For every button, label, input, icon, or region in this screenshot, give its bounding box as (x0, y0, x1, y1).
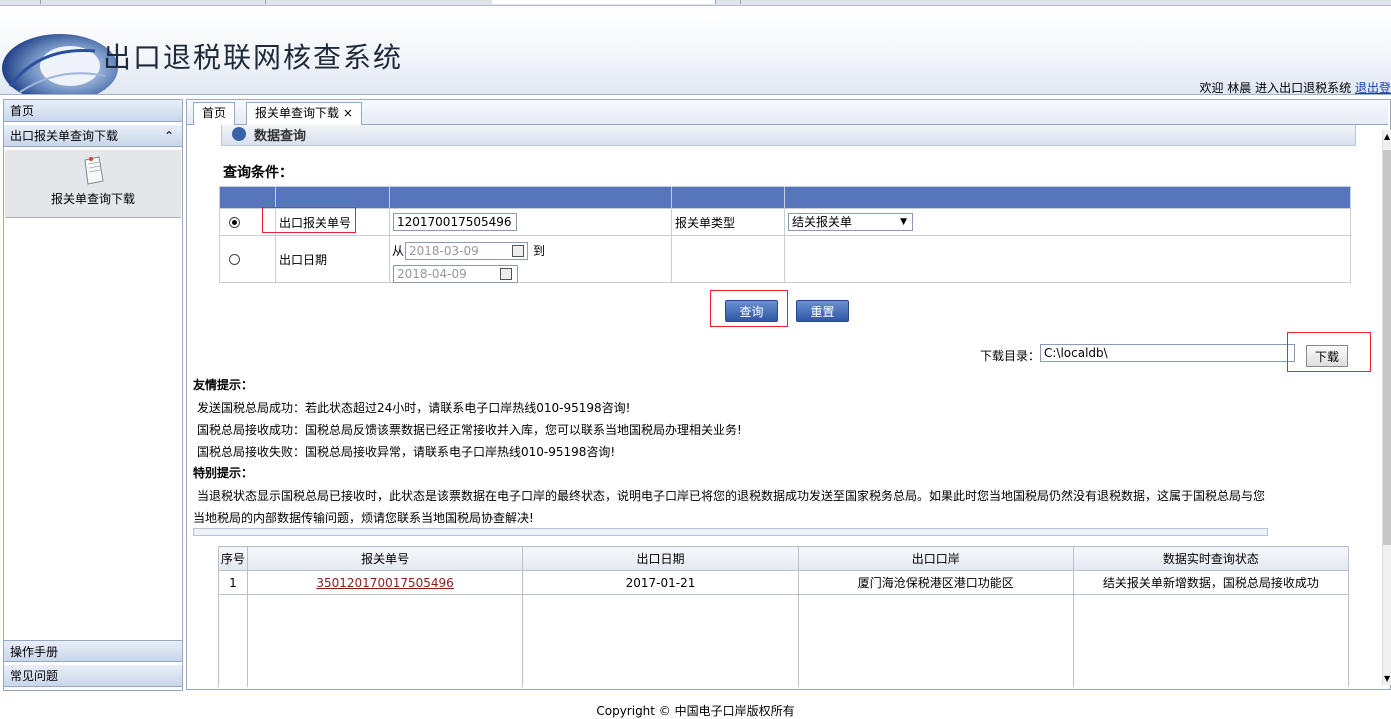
special-tip-line: 当退税状态显示国税总局已接收时，此状态是该票数据在电子口岸的最终状态，说明电子口… (197, 489, 1266, 503)
column-header: 报关单号 (246, 546, 524, 571)
calendar-icon[interactable] (500, 268, 512, 280)
status-cell: 结关报关单新增数据，国税总局接收成功 (1072, 570, 1350, 595)
tab-label: 报关单查询下载 (255, 106, 340, 120)
sidebar-item-faq[interactable]: 常见问题 (4, 665, 182, 687)
query-conditions-title: 查询条件： (223, 165, 293, 181)
panel-title: 数据查询 (254, 129, 307, 144)
table-row: 1 350120170017505496 2017-01-21 厦门海沧保税港区… (218, 570, 1350, 595)
welcome-prefix: 欢迎 (1199, 81, 1224, 95)
start-date-input[interactable]: 2018-03-09 (405, 242, 528, 260)
sidebar-section-label: 出口报关单查询下载 (10, 129, 119, 143)
sidebar-item-declaration-download[interactable]: 报关单查询下载 (5, 150, 181, 218)
welcome-bar: 欢迎 林晨 进入出口退税系统 退出登 (1199, 79, 1391, 96)
tip-line: 发送国税总局成功：若此状态超过24小时，请联系电子口岸热线010-95198咨询… (197, 401, 631, 415)
scroll-thumb[interactable] (1383, 150, 1391, 545)
export-port-cell: 厦门海沧保税港区港口功能区 (797, 570, 1074, 595)
download-dir-label: 下载目录： (980, 349, 1041, 363)
browser-tab[interactable] (40, 0, 266, 4)
sidebar-section-export-declaration[interactable]: 出口报关单查询下载 ⌃ (4, 125, 182, 147)
scroll-up-icon[interactable]: ▲ (1384, 132, 1390, 141)
column-header: 序号 (218, 546, 248, 571)
query-form: 出口报关单号 120170017505496 报关单类型 结关报关单 ▼ 出口日… (219, 186, 1351, 283)
radio-export-date[interactable] (229, 254, 240, 265)
export-date-label: 出口日期 (275, 235, 390, 283)
browser-tab[interactable] (715, 0, 741, 4)
declaration-type-value: 结关报关单 (792, 215, 853, 229)
from-label: 从 (392, 244, 405, 258)
tab-declaration-download[interactable]: 报关单查询下载 × (246, 102, 362, 125)
to-label: 到 (533, 244, 546, 258)
welcome-suffix: 进入出口退税系统 (1255, 81, 1352, 95)
close-icon[interactable]: × (343, 106, 353, 120)
vertical-scrollbar[interactable]: ▲ ▼ (1382, 130, 1391, 685)
declaration-type-select[interactable]: 结关报关单 ▼ (788, 213, 913, 231)
logo-swirl-icon (2, 34, 118, 94)
special-tip-line: 当地税局的内部数据传输问题，烦请您联系当地国税局协查解决! (193, 511, 534, 525)
tip-line: 国税总局接收成功：国税总局反馈该票数据已经正常接收并入库，您可以联系当地国税局办… (197, 423, 742, 437)
declaration-number-input[interactable]: 120170017505496 (393, 213, 517, 231)
app-title: 出口退税联网核查系统 (103, 41, 404, 74)
panel-header: 数据查询 (221, 125, 1356, 146)
friendly-tip-title: 友情提示： (193, 378, 254, 392)
document-icon (84, 156, 104, 185)
browser-tab[interactable] (0, 0, 41, 4)
special-tip-title: 特别提示： (193, 466, 254, 480)
sidebar: 首页 出口报关单查询下载 ⌃ 报关单查询下载 操作手册 常见问题 (3, 99, 183, 691)
results-table: 序号 报关单号 出口日期 出口口岸 数据实时查询状态 1 35012017001… (218, 546, 1350, 687)
column-header: 数据实时查询状态 (1072, 546, 1350, 571)
declaration-type-label: 报关单类型 (671, 208, 785, 236)
declaration-number-link[interactable]: 350120170017505496 (316, 576, 453, 590)
tab-bar: 首页 报关单查询下载 × (187, 100, 1388, 125)
highlight-box (262, 207, 356, 233)
tab-home[interactable]: 首页 (193, 102, 236, 125)
scroll-down-icon[interactable]: ▼ (1384, 674, 1390, 683)
sidebar-item-manual[interactable]: 操作手册 (4, 640, 182, 662)
collapse-icon[interactable]: ⌃ (164, 125, 174, 147)
calendar-icon[interactable] (512, 245, 524, 257)
column-header: 出口口岸 (797, 546, 1074, 571)
sidebar-sub-label: 报关单查询下载 (50, 192, 135, 206)
tip-line: 国税总局接收失败：国税总局接收异常，请联系电子口岸热线010-95198咨询! (197, 445, 616, 459)
download-dir-input[interactable]: C:\localdb\ (1040, 344, 1295, 362)
app-header: 出口退税联网核查系统 欢迎 林晨 进入出口退税系统 退出登 (0, 6, 1391, 95)
user-name: 林晨 (1227, 81, 1252, 95)
query-button[interactable]: 查询 (725, 300, 778, 322)
radio-declaration-number[interactable] (229, 217, 240, 228)
sidebar-item-home[interactable]: 首页 (4, 100, 182, 122)
dropdown-arrow-icon: ▼ (900, 217, 907, 227)
row-index: 1 (218, 570, 248, 595)
arrow-circle-icon (232, 127, 246, 141)
divider-bar (193, 528, 1268, 536)
column-header: 出口日期 (522, 546, 799, 571)
export-date-cell: 2017-01-21 (522, 570, 799, 595)
browser-tab-active[interactable] (492, 0, 716, 4)
logout-link[interactable]: 退出登 (1355, 81, 1391, 95)
browser-tab[interactable] (265, 0, 493, 4)
reset-button[interactable]: 重置 (796, 300, 849, 322)
download-button[interactable]: 下载 (1306, 345, 1348, 367)
